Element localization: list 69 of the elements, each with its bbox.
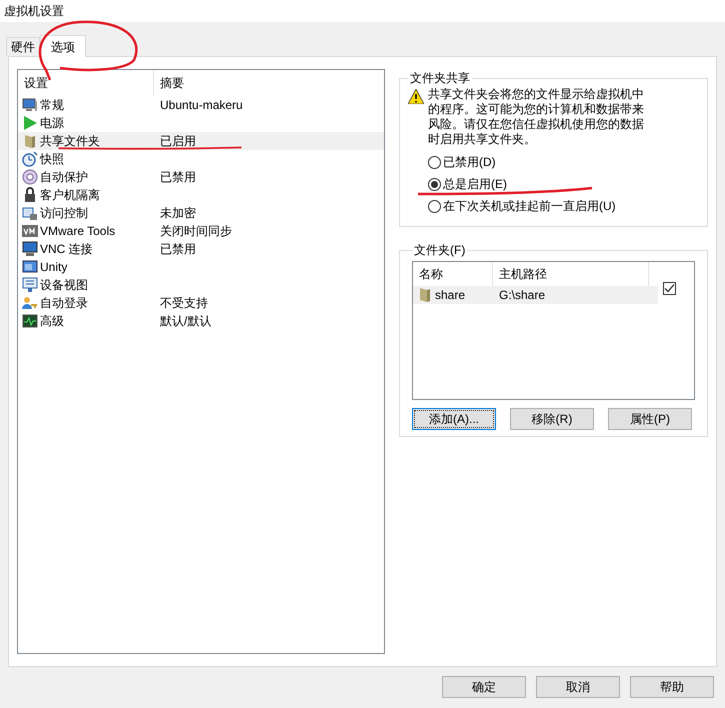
item-name: 高级 (40, 313, 64, 330)
tab[interactable]: 选项 (40, 35, 86, 57)
item-summary: 已启用 (159, 133, 196, 150)
device-icon (22, 277, 38, 293)
settings-item[interactable]: 设备视图 (18, 276, 384, 294)
folder-icon (22, 133, 38, 149)
item-summary: 关闭时间同步 (159, 223, 232, 240)
group-title: 文件夹(F) (413, 242, 466, 259)
item-name: 访问控制 (40, 205, 88, 222)
dialog-button[interactable]: 取消 (536, 676, 620, 698)
item-summary: 默认/默认 (159, 313, 212, 330)
settings-item[interactable]: VMware Tools 关闭时间同步 (18, 222, 384, 240)
settings-item[interactable]: 共享文件夹 已启用 (18, 132, 384, 150)
tab[interactable]: 硬件 (6, 37, 40, 56)
item-summary: 不受支持 (159, 295, 208, 312)
group-title: 文件夹共享 (409, 70, 471, 87)
item-name: 设备视图 (40, 277, 88, 294)
settings-item[interactable]: 自动登录 不受支持 (18, 294, 384, 312)
dialog-button[interactable]: 移除(R) (510, 408, 594, 430)
item-name: VMware Tools (40, 223, 116, 240)
window-icon (22, 259, 38, 275)
folder-path: G:\share (498, 287, 546, 304)
warning-icon (408, 89, 424, 104)
clock-icon (22, 151, 38, 167)
settings-item[interactable]: 客户机隔离 (18, 186, 384, 204)
settings-item[interactable]: 高级 默认/默认 (18, 312, 384, 330)
folder-row[interactable]: share G:\share (413, 286, 658, 304)
item-summary: 未加密 (159, 205, 196, 222)
monitor-icon (22, 97, 38, 113)
vm-logo-icon (22, 223, 38, 239)
chart-icon (22, 313, 38, 329)
dialog-button[interactable]: 添加(A)... (412, 408, 496, 430)
window-title: 虚拟机设置 (4, 3, 64, 20)
folder-icon (419, 287, 431, 303)
settings-item[interactable]: Unity (18, 258, 384, 276)
settings-item[interactable]: 电源 (18, 114, 384, 132)
dialog-button[interactable]: 属性(P) (608, 408, 692, 430)
settings-item[interactable]: 自动保护 已禁用 (18, 168, 384, 186)
user-key-icon (22, 295, 38, 311)
checkbox[interactable] (663, 282, 676, 295)
monitor-icon (22, 241, 38, 257)
radio-option[interactable]: 总是启用(E) (428, 175, 699, 193)
item-name: 电源 (40, 115, 64, 132)
settings-item[interactable]: 常规 Ubuntu-makeru (18, 96, 384, 114)
item-name: 快照 (40, 151, 64, 168)
radio-option[interactable]: 在下次关机或挂起前一直启用(U) (428, 197, 699, 215)
item-name: 客户机隔离 (40, 187, 100, 204)
dialog-button[interactable]: 确定 (442, 676, 526, 698)
column-header: 设置 (18, 70, 154, 96)
item-summary: Ubuntu-makeru (159, 97, 243, 114)
settings-item[interactable]: 访问控制 未加密 (18, 204, 384, 222)
item-name: 共享文件夹 (40, 133, 100, 150)
dialog-button[interactable]: 帮助 (630, 676, 714, 698)
item-name: Unity (40, 259, 68, 276)
disc-icon (22, 169, 38, 185)
item-name: VNC 连接 (40, 241, 93, 258)
column-header: 摘要 (159, 75, 184, 92)
radio-option[interactable]: 已禁用(D) (428, 153, 699, 171)
window-lock-icon (22, 205, 38, 221)
settings-item[interactable]: VNC 连接 已禁用 (18, 240, 384, 258)
item-name: 自动登录 (40, 295, 88, 312)
item-summary: 已禁用 (159, 241, 196, 258)
folder-name: share (435, 287, 466, 304)
lock-icon (22, 187, 38, 203)
item-name: 常规 (40, 97, 64, 114)
settings-item[interactable]: 快照 (18, 150, 384, 168)
item-summary: 已禁用 (159, 169, 196, 186)
warning-text: 共享文件夹会将您的文件显示给虚拟机中的程序。这可能为您的计算机和数据带来风险。请仅在您信任虚拟机使用您的数据时启用共享文件夹。 (428, 87, 645, 147)
item-name: 自动保护 (40, 169, 88, 186)
